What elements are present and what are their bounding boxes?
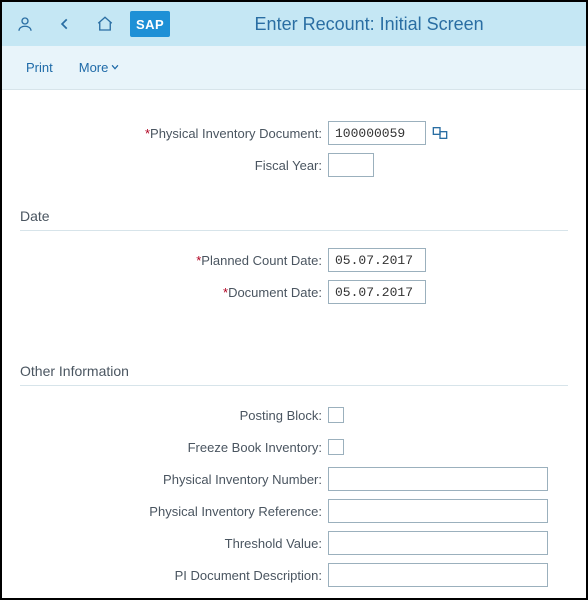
content-area: *Physical Inventory Document: Fiscal Yea… bbox=[2, 90, 586, 590]
label-pin: Physical Inventory Number: bbox=[20, 472, 328, 487]
row-desc: PI Document Description: bbox=[20, 560, 568, 590]
label-freeze: Freeze Book Inventory: bbox=[20, 440, 328, 455]
back-icon[interactable] bbox=[50, 9, 80, 39]
pi-document-description-input[interactable] bbox=[328, 563, 548, 587]
freeze-book-checkbox[interactable] bbox=[328, 439, 344, 455]
row-doc-date: *Document Date: bbox=[20, 277, 568, 307]
row-pid: *Physical Inventory Document: bbox=[20, 118, 568, 148]
label-pid: *Physical Inventory Document: bbox=[20, 126, 328, 141]
user-icon[interactable] bbox=[10, 9, 40, 39]
app-header: SAP Enter Recount: Initial Screen bbox=[2, 2, 586, 46]
search-help-icon[interactable] bbox=[432, 126, 448, 140]
row-fy: Fiscal Year: bbox=[20, 150, 568, 180]
label-threshold: Threshold Value: bbox=[20, 536, 328, 551]
label-desc: PI Document Description: bbox=[20, 568, 328, 583]
divider bbox=[20, 385, 568, 386]
label-posting-block: Posting Block: bbox=[20, 408, 328, 423]
page-title: Enter Recount: Initial Screen bbox=[180, 14, 578, 35]
planned-count-date-input[interactable] bbox=[328, 248, 426, 272]
home-icon[interactable] bbox=[90, 9, 120, 39]
physical-inventory-reference-input[interactable] bbox=[328, 499, 548, 523]
fiscal-year-input[interactable] bbox=[328, 153, 374, 177]
row-pin: Physical Inventory Number: bbox=[20, 464, 568, 494]
sap-logo: SAP bbox=[130, 11, 170, 37]
document-date-input[interactable] bbox=[328, 280, 426, 304]
section-date-heading: Date bbox=[20, 208, 568, 224]
label-fy: Fiscal Year: bbox=[20, 158, 328, 173]
label-planned-date: *Planned Count Date: bbox=[20, 253, 328, 268]
print-button[interactable]: Print bbox=[26, 60, 53, 75]
row-freeze: Freeze Book Inventory: bbox=[20, 432, 568, 462]
row-planned-date: *Planned Count Date: bbox=[20, 245, 568, 275]
threshold-value-input[interactable] bbox=[328, 531, 548, 555]
section-other-heading: Other Information bbox=[20, 363, 568, 379]
label-doc-date: *Document Date: bbox=[20, 285, 328, 300]
more-menu[interactable]: More bbox=[79, 60, 121, 75]
divider bbox=[20, 230, 568, 231]
chevron-down-icon bbox=[110, 60, 120, 75]
more-label: More bbox=[79, 60, 109, 75]
row-pir: Physical Inventory Reference: bbox=[20, 496, 568, 526]
row-threshold: Threshold Value: bbox=[20, 528, 568, 558]
physical-inventory-document-input[interactable] bbox=[328, 121, 426, 145]
row-posting-block: Posting Block: bbox=[20, 400, 568, 430]
physical-inventory-number-input[interactable] bbox=[328, 467, 548, 491]
label-pir: Physical Inventory Reference: bbox=[20, 504, 328, 519]
posting-block-checkbox[interactable] bbox=[328, 407, 344, 423]
toolbar: Print More bbox=[2, 46, 586, 90]
